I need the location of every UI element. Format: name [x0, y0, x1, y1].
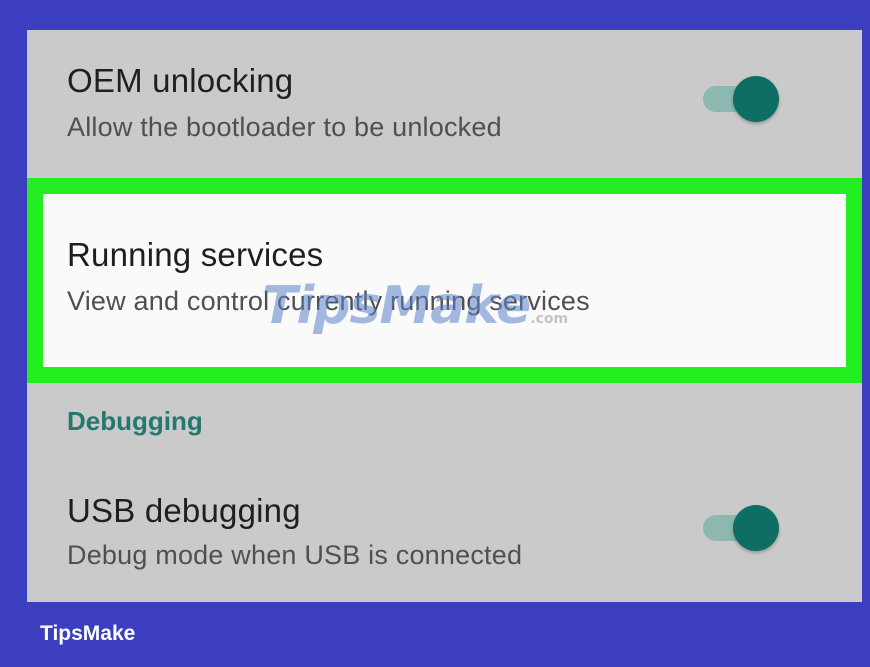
toggle-thumb: [733, 76, 779, 122]
brand-label: TipsMake: [40, 622, 136, 645]
usb-debugging-toggle[interactable]: [703, 503, 787, 551]
usb-debugging-title: USB debugging: [67, 492, 301, 529]
toggle-thumb: [733, 505, 779, 551]
running-services-summary: View and control currently running servi…: [67, 286, 590, 316]
setting-usb-debugging[interactable]: USB debugging Debug mode when USB is con…: [27, 460, 862, 602]
running-services-title: Running services: [67, 236, 324, 273]
oem-unlocking-summary: Allow the bootloader to be unlocked: [67, 112, 502, 142]
setting-running-services[interactable]: Running services View and control curren…: [43, 194, 846, 367]
oem-unlocking-title: OEM unlocking: [67, 62, 294, 99]
highlight-box: Running services View and control curren…: [27, 178, 862, 383]
setting-oem-unlocking[interactable]: OEM unlocking Allow the bootloader to be…: [27, 30, 862, 178]
oem-unlocking-toggle[interactable]: [703, 74, 787, 122]
debugging-section-header: Debugging: [67, 406, 203, 436]
settings-screen: OEM unlocking Allow the bootloader to be…: [27, 30, 862, 602]
usb-debugging-summary: Debug mode when USB is connected: [67, 540, 523, 570]
